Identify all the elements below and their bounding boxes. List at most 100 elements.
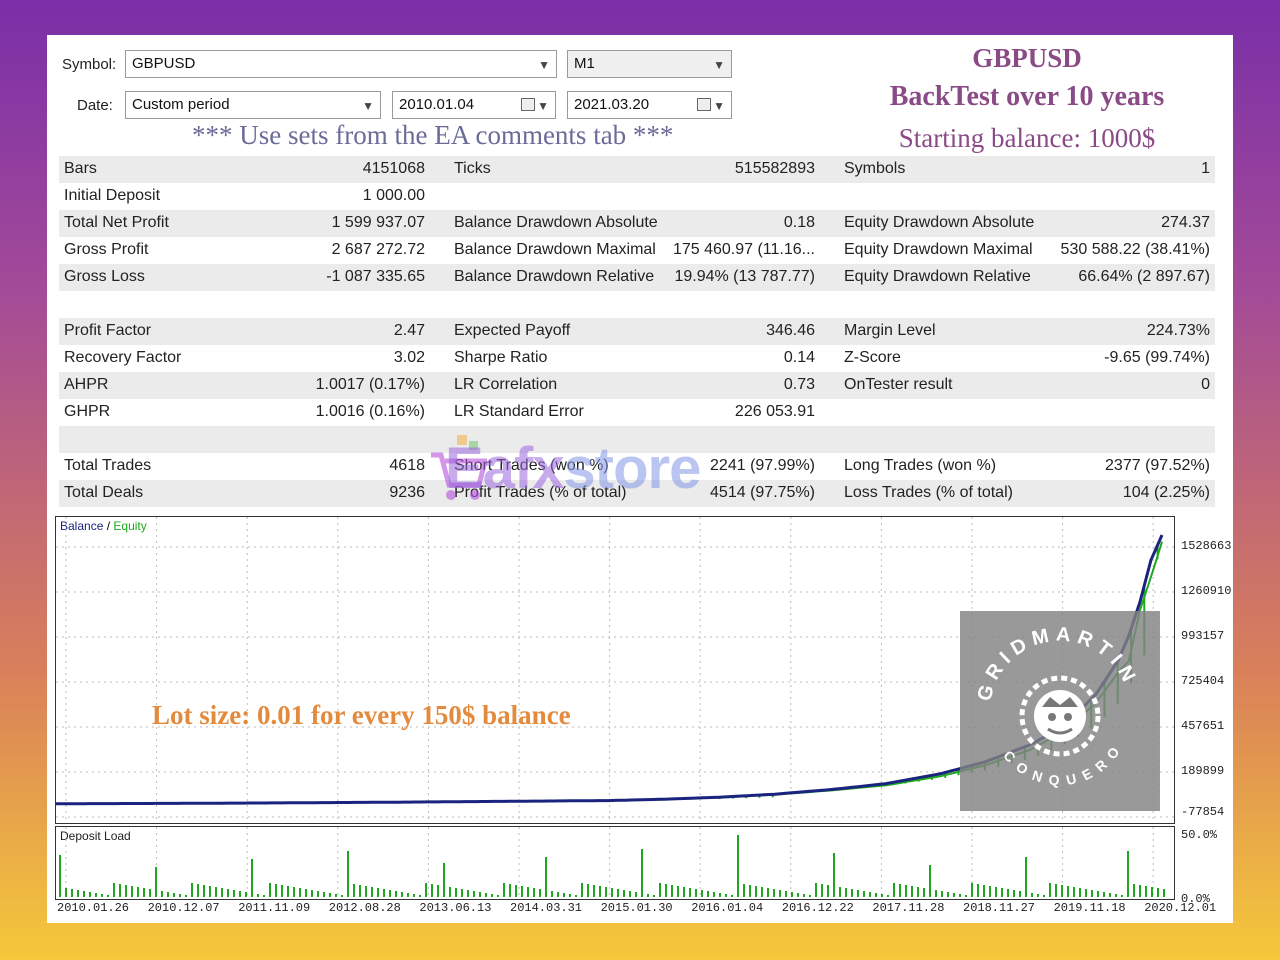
x-tick-label: 2016.12.22 <box>781 901 854 915</box>
stats-row: Total Net Profit 1 599 937.07 Balance Draw… <box>59 210 1215 237</box>
calendar-icon[interactable] <box>521 98 535 111</box>
stat-value: 4618 <box>389 457 425 474</box>
stat-value: 104 (2.25%) <box>1122 484 1210 501</box>
stats-row: Gross Profit 2 687 272.72 Balance Drawdown… <box>59 237 1215 264</box>
date-to-field[interactable]: 2021.03.20 ▼ <box>567 91 732 119</box>
x-tick-label: 2015.01.30 <box>600 901 673 915</box>
watermark-part2: store <box>563 436 702 501</box>
stat-value: 226 053.91 <box>734 403 815 420</box>
gridmartin-emblem: GRIDMARTIN CONQUEROR <box>951 598 1160 811</box>
chevron-down-icon: ▼ <box>537 99 549 113</box>
y-tick-label: 725404 <box>1181 674 1225 688</box>
x-tick-label: 2020.12.01 <box>1144 901 1217 915</box>
stat-label: Initial Deposit <box>64 187 161 204</box>
stat-value: 224.73% <box>1146 322 1210 339</box>
stat-value: 0.18 <box>783 214 815 231</box>
x-tick-label: 2018.11.27 <box>963 901 1036 915</box>
stat-label: Equity Drawdown Maximal <box>844 241 1033 258</box>
stat-label: Total Deals <box>64 484 144 501</box>
stat-value: 1 <box>1201 160 1210 177</box>
date-from-value: 2010.01.04 <box>399 96 475 113</box>
calendar-icon[interactable] <box>697 98 711 111</box>
watermark-part1: Eafx <box>445 436 565 501</box>
notice-text: *** Use sets from the EA comments tab **… <box>192 120 674 150</box>
emblem-graphic: GRIDMARTIN CONQUEROR <box>951 598 1136 788</box>
stat-value: 515582893 <box>734 160 815 177</box>
chevron-down-icon: ▼ <box>713 99 725 113</box>
stat-label: Gross Profit <box>64 241 149 258</box>
stat-value: 4514 (97.75%) <box>710 484 815 501</box>
promo-symbol: GBPUSD <box>972 43 1082 73</box>
symbol-select[interactable]: GBPUSD ▼ <box>125 50 557 78</box>
stat-value: 2 687 272.72 <box>331 241 425 258</box>
y-tick-label: 993157 <box>1181 629 1225 643</box>
stat-value: 9236 <box>389 484 425 501</box>
stat-value: 0 <box>1201 376 1210 393</box>
stat-value: 0.73 <box>783 376 815 393</box>
stat-value: -1 087 335.65 <box>326 268 425 285</box>
stats-row <box>59 291 1215 318</box>
date-mode-select[interactable]: Custom period ▼ <box>125 91 381 119</box>
stat-label: Loss Trades (% of total) <box>844 484 1013 501</box>
x-tick-label: 2011.11.09 <box>238 901 311 915</box>
tester-report: Symbol: GBPUSD ▼ M1 ▼ Date: Custom perio… <box>47 35 1233 923</box>
stat-label: Margin Level <box>844 322 936 339</box>
stat-value: 346.46 <box>766 322 815 339</box>
stats-row: Profit Factor 2.47 Expected Payoff 346.46 Ma… <box>59 318 1215 345</box>
stat-label: Z-Score <box>844 349 901 366</box>
stat-label: Gross Loss <box>64 268 145 285</box>
stat-value: 66.64% (2 897.67) <box>1078 268 1210 285</box>
stats-row: AHPR 1.0017 (0.17%) LR Correlation 0.73 OnTe… <box>59 372 1215 399</box>
y-tick-label: -77854 <box>1181 805 1225 819</box>
promo-balance: Starting balance: 1000$ <box>898 123 1156 153</box>
deposit-load-chart: Deposit Load <box>55 826 1175 900</box>
y-tick-label: 1260910 <box>1181 584 1232 598</box>
stat-value: 1 599 937.07 <box>331 214 425 231</box>
stat-label: Expected Payoff <box>454 322 571 339</box>
y-tick-label: 457651 <box>1181 719 1225 733</box>
date-label: Date: <box>77 97 113 114</box>
stat-label: Ticks <box>454 160 491 177</box>
stats-row: Bars 4151068 Ticks 515582893 Symbols 1 <box>59 156 1215 183</box>
stat-label: Total Trades <box>64 457 152 474</box>
stats-row: GHPR 1.0016 (0.16%) LR Standard Error 226 0… <box>59 399 1215 426</box>
stat-label: Balance Drawdown Absolute <box>454 214 658 231</box>
stat-label: AHPR <box>64 376 109 393</box>
stat-value: 1 000.00 <box>362 187 425 204</box>
stat-value: 2241 (97.99%) <box>710 457 815 474</box>
stat-label: Sharpe Ratio <box>454 349 548 366</box>
stat-label: Balance Drawdown Maximal <box>454 241 656 258</box>
stat-value: 4151068 <box>362 160 425 177</box>
symbol-value: GBPUSD <box>132 55 196 72</box>
chevron-down-icon: ▼ <box>538 58 550 72</box>
watermark-logo: Eafxstore <box>445 435 702 502</box>
stat-label: Profit Factor <box>64 322 152 339</box>
x-tick-label: 2012.08.28 <box>328 901 401 915</box>
stat-label: Equity Drawdown Relative <box>844 268 1031 285</box>
y-tick-label: 189899 <box>1181 764 1225 778</box>
stat-label: Recovery Factor <box>64 349 182 366</box>
x-tick-label: 2016.01.04 <box>691 901 764 915</box>
stat-value: 3.02 <box>393 349 425 366</box>
stat-label: Symbols <box>844 160 906 177</box>
lot-size-note: Lot size: 0.01 for every 150$ balance <box>152 700 571 730</box>
stat-label: LR Correlation <box>454 376 558 393</box>
y-tick-label: 1528663 <box>1181 539 1232 553</box>
stat-value: -9.65 (99.74%) <box>1104 349 1210 366</box>
stats-row: Recovery Factor 3.02 Sharpe Ratio 0.14 Z-Sco… <box>59 345 1215 372</box>
x-tick-label: 2010.12.07 <box>147 901 220 915</box>
stat-label: GHPR <box>64 403 111 420</box>
chevron-down-icon: ▼ <box>362 99 374 113</box>
stat-label: Bars <box>64 160 97 177</box>
period-select[interactable]: M1 ▼ <box>567 50 732 78</box>
date-from-field[interactable]: 2010.01.04 ▼ <box>392 91 556 119</box>
stat-value: 2377 (97.52%) <box>1105 457 1210 474</box>
chevron-down-icon: ▼ <box>713 58 725 72</box>
stat-label: Total Net Profit <box>64 214 169 231</box>
date-to-value: 2021.03.20 <box>574 96 650 113</box>
stat-value: 530 588.22 (38.41%) <box>1060 241 1210 258</box>
x-tick-label: 2010.01.26 <box>57 901 130 915</box>
stats-row: Initial Deposit 1 000.00 <box>59 183 1215 210</box>
stat-value: 0.14 <box>783 349 815 366</box>
deposit-load-max: 50.0% <box>1181 828 1218 842</box>
